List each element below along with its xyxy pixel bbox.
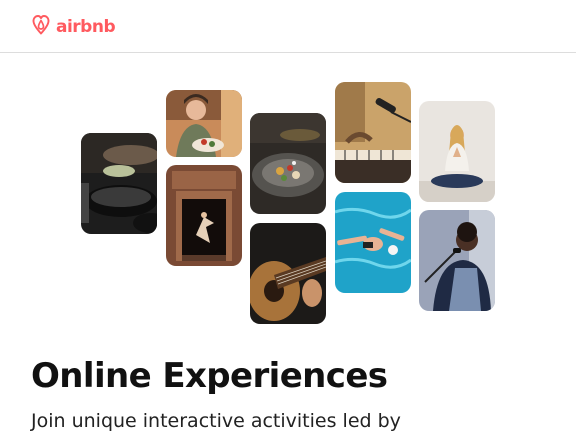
acoustic-guitar-photo: [250, 223, 326, 324]
singer-with-microphone-photo: [419, 210, 495, 311]
woman-holding-food-photo: [166, 90, 242, 157]
woman-meditating-photo: [419, 101, 495, 202]
page-title: Online Experiences: [31, 356, 388, 396]
cooking-pans-photo: [81, 133, 157, 234]
dancer-in-doorway-photo: [166, 165, 242, 266]
page-subtitle: Join unique interactive activities led b…: [31, 410, 401, 432]
plated-dish-photo: [250, 113, 326, 214]
experiences-collage: [0, 0, 576, 330]
swimmer-in-pool-photo: [335, 192, 411, 293]
keyboard-and-microphone-photo: [335, 82, 411, 183]
